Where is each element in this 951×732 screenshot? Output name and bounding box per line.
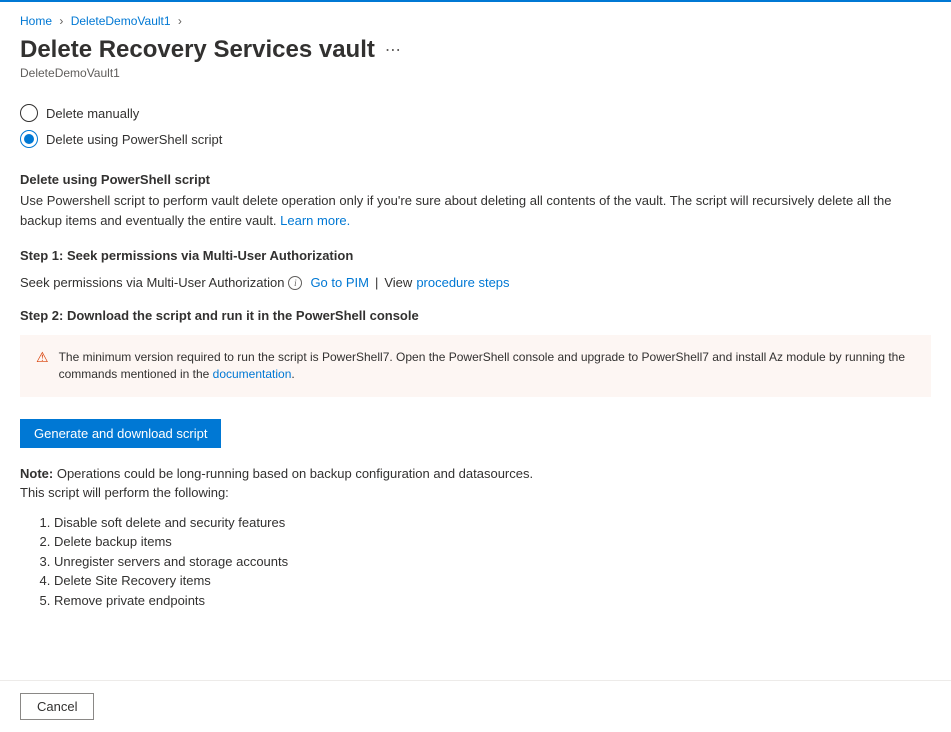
warning-text-post: . [291, 367, 294, 381]
note-followup: This script will perform the following: [20, 485, 229, 500]
note-label: Note: [20, 466, 53, 481]
section-heading-powershell: Delete using PowerShell script [20, 172, 931, 187]
breadcrumb-vault[interactable]: DeleteDemoVault1 [71, 14, 171, 28]
warning-text: The minimum version required to run the … [59, 349, 915, 383]
radio-icon-selected [20, 130, 38, 148]
breadcrumb: Home › DeleteDemoVault1 › [20, 14, 931, 28]
list-item: Delete Site Recovery items [54, 571, 931, 591]
step1-heading: Step 1: Seek permissions via Multi-User … [20, 248, 931, 263]
learn-more-link[interactable]: Learn more. [280, 213, 350, 228]
warning-banner: ⚠ The minimum version required to run th… [20, 335, 931, 397]
info-icon[interactable]: i [288, 276, 302, 290]
step2-heading: Step 2: Download the script and run it i… [20, 308, 931, 323]
radio-label-powershell: Delete using PowerShell script [46, 132, 222, 147]
generate-download-button[interactable]: Generate and download script [20, 419, 221, 448]
radio-icon [20, 104, 38, 122]
warning-icon: ⚠ [36, 349, 49, 366]
delete-method-radio-group: Delete manually Delete using PowerShell … [20, 104, 931, 148]
page-subtitle: DeleteDemoVault1 [20, 66, 931, 80]
list-item: Remove private endpoints [54, 591, 931, 611]
list-item: Delete backup items [54, 532, 931, 552]
chevron-right-icon: › [178, 14, 182, 28]
radio-delete-manually[interactable]: Delete manually [20, 104, 931, 122]
warning-text-pre: The minimum version required to run the … [59, 350, 905, 381]
section-desc-text: Use Powershell script to perform vault d… [20, 193, 892, 228]
section-description: Use Powershell script to perform vault d… [20, 191, 931, 230]
footer-bar: Cancel [0, 680, 951, 732]
step1-row: Seek permissions via Multi-User Authoriz… [20, 275, 931, 290]
page-title: Delete Recovery Services vault [20, 36, 375, 64]
list-item: Unregister servers and storage accounts [54, 552, 931, 572]
more-icon[interactable]: ⋯ [385, 40, 402, 60]
breadcrumb-home[interactable]: Home [20, 14, 52, 28]
operations-list: Disable soft delete and security feature… [54, 513, 931, 611]
goto-pim-link[interactable]: Go to PIM [310, 275, 369, 290]
chevron-right-icon: › [59, 14, 63, 28]
note-text: Operations could be long-running based o… [53, 466, 533, 481]
separator: | [375, 275, 378, 290]
radio-label-manual: Delete manually [46, 106, 139, 121]
procedure-steps-link[interactable]: procedure steps [416, 275, 509, 290]
radio-delete-powershell[interactable]: Delete using PowerShell script [20, 130, 931, 148]
documentation-link[interactable]: documentation [213, 367, 292, 381]
list-item: Disable soft delete and security feature… [54, 513, 931, 533]
view-label: View [384, 275, 412, 290]
step1-text: Seek permissions via Multi-User Authoriz… [20, 275, 284, 290]
cancel-button[interactable]: Cancel [20, 693, 94, 720]
note-block: Note: Operations could be long-running b… [20, 464, 931, 503]
